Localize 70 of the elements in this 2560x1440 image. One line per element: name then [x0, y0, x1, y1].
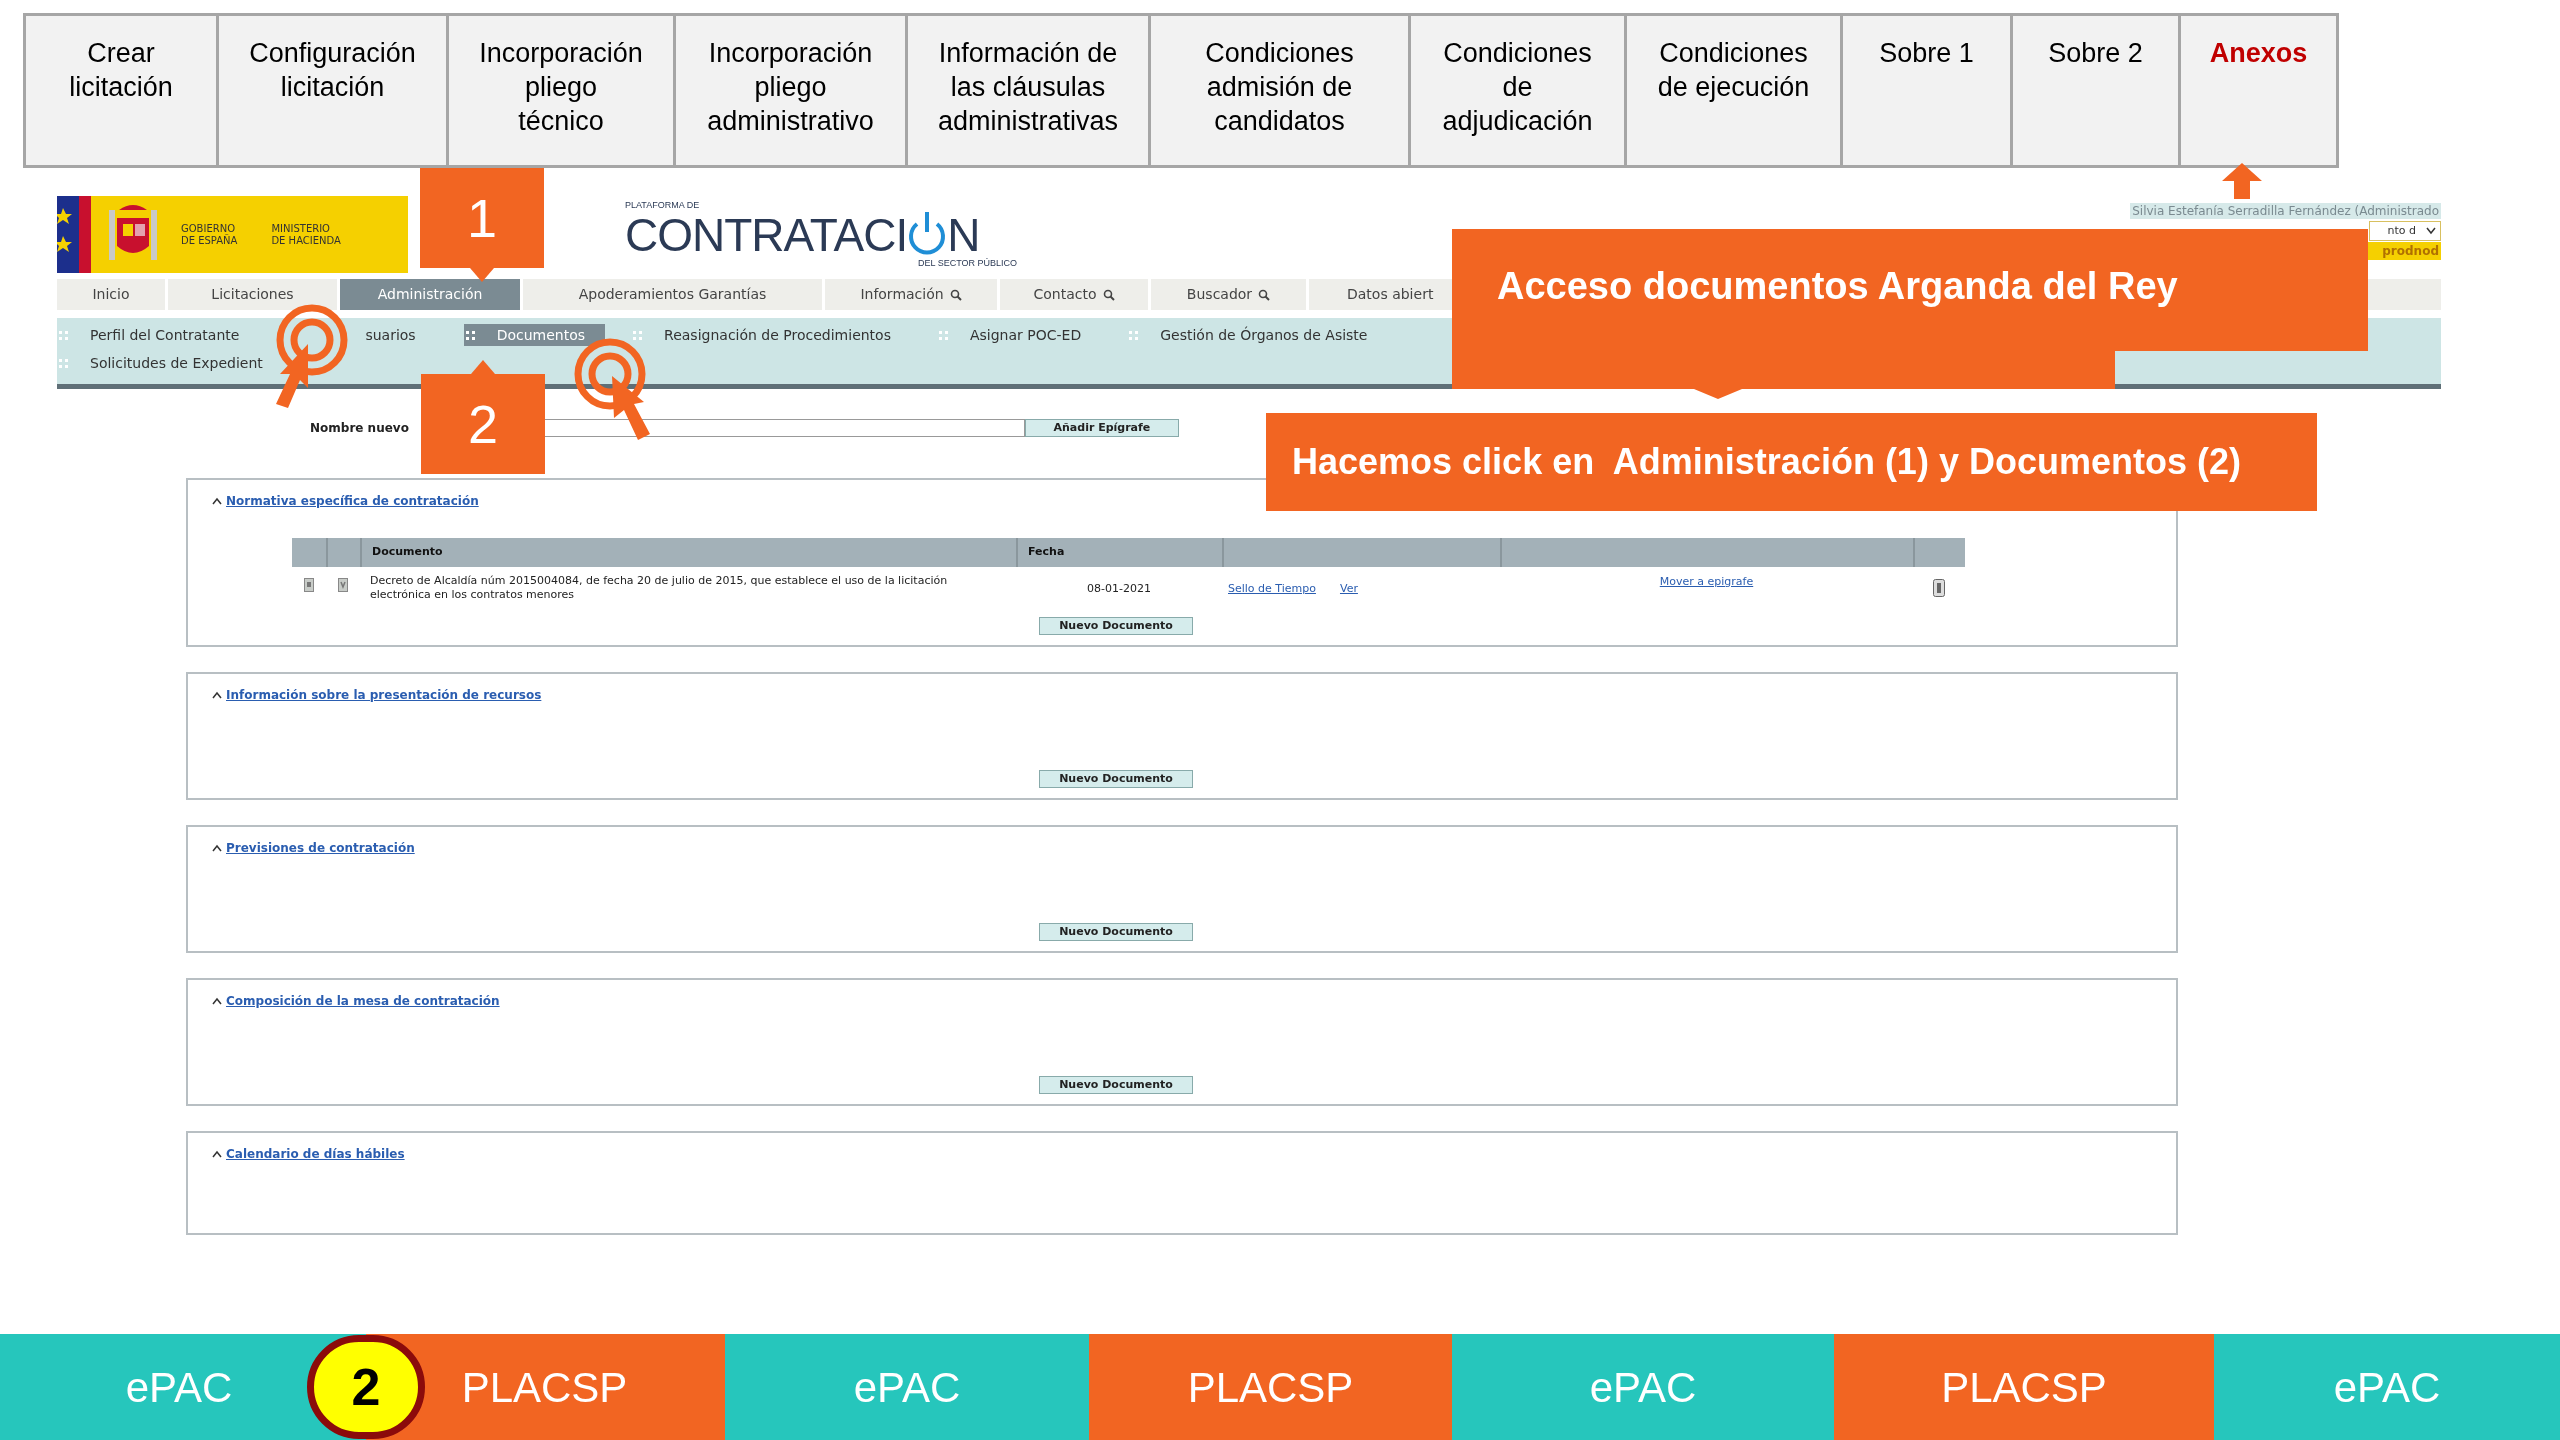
pointer-icon — [470, 268, 494, 282]
click-cursor-icon — [276, 304, 348, 408]
section-title-link[interactable]: Información sobre la presentación de recursos — [226, 686, 542, 704]
platform-name: CONTRATACI — [625, 212, 908, 258]
ministry-label: MINISTERIO DE HACIENDA — [271, 222, 341, 247]
process-tab[interactable]: Configuración licitación — [216, 16, 446, 165]
nav-item[interactable]: Administración — [337, 279, 520, 310]
process-tab[interactable]: Incorporación pliego administrativo — [673, 16, 905, 165]
process-tab[interactable]: Incorporación pliego técnico — [446, 16, 673, 165]
grip-icon — [465, 330, 475, 340]
process-tab[interactable]: Información de las cláusulas administrativas — [905, 16, 1148, 165]
grip-icon — [59, 358, 68, 368]
process-tab[interactable]: Sobre 2 — [2010, 16, 2178, 165]
document-name: Decreto de Alcaldía núm 2015004084, de fecha 20 de julio de 2015, que establece el uso de la licitación electrónica en los contratos menores — [369, 574, 949, 602]
government-label: GOBIERNO DE ESPAÑA — [181, 222, 238, 247]
subnav-item[interactable]: Documentos — [463, 324, 606, 346]
step-badge: 2 — [307, 1335, 425, 1439]
subnav-item[interactable]: Perfil del Contratante — [59, 324, 260, 346]
process-tab[interactable]: Anexos — [2178, 16, 2336, 165]
nav-item[interactable]: Contacto — [997, 279, 1148, 310]
new-document-button[interactable]: Nuevo Documento — [1039, 923, 1193, 941]
move-link[interactable]: Mover a epigrafe — [1659, 575, 1754, 588]
nav-item[interactable]: Información — [822, 279, 997, 310]
new-document-button[interactable]: Nuevo Documento — [1039, 770, 1193, 788]
process-tab[interactable]: Condiciones admisión de candidatos — [1148, 16, 1408, 165]
nav-item[interactable]: Buscador — [1148, 279, 1306, 310]
section-title-link[interactable]: Composición de la mesa de contratación — [226, 992, 500, 1010]
document-date: 08-01-2021 — [1086, 581, 1152, 597]
section-title-link[interactable]: Calendario de días hábiles — [226, 1145, 405, 1163]
chevron-down-icon — [2426, 227, 2436, 235]
pointer-icon — [471, 360, 495, 374]
number-marker: 2 — [421, 374, 545, 474]
grip-icon — [633, 330, 643, 340]
trash-icon — [1933, 579, 1945, 597]
new-document-button[interactable]: Nuevo Documento — [1039, 1076, 1193, 1094]
user-name: Silvia Estefanía Serradilla Fernández (Administrado — [2130, 203, 2441, 219]
section-title-link[interactable]: Normativa específica de contratación — [226, 492, 479, 510]
process-tab[interactable]: Condiciones de adjudicación — [1408, 16, 1624, 165]
document-link[interactable]: Ver — [1339, 581, 1358, 598]
subnav-item[interactable]: Gestión de Órganos de Asiste — [1129, 324, 1388, 346]
document-link[interactable]: Sello de Tiempo — [1228, 581, 1316, 598]
nav-item[interactable]: Inicio — [57, 279, 165, 310]
grip-icon — [938, 330, 948, 340]
nav-item[interactable]: Apoderamientos Garantías — [520, 279, 822, 310]
process-tab[interactable]: Sobre 1 — [1840, 16, 2010, 165]
subnav-item[interactable]: Solicitudes de Expedient — [59, 352, 283, 374]
document-icon — [304, 578, 314, 592]
number-marker: 1 — [420, 168, 544, 268]
new-document-button[interactable]: Nuevo Documento — [1039, 617, 1193, 635]
callout: Hacemos click en Administración (1) y Documentos (2) — [1266, 413, 2317, 511]
callout-text: Acceso documentos Arganda del Rey — [1497, 264, 2178, 309]
platform-name: N — [947, 212, 981, 258]
click-cursor-icon — [574, 338, 650, 440]
subnav-item[interactable]: suarios — [365, 324, 436, 346]
platform-suffix: DEL SECTOR PÚBLICO — [917, 258, 1017, 268]
section-title-link[interactable]: Previsiones de contratación — [226, 839, 415, 857]
subnav-item[interactable]: Reasignación de Procedimientos — [633, 324, 911, 346]
selector-dropdown[interactable]: nto d — [2369, 221, 2441, 241]
column-header: Documento — [360, 538, 1016, 567]
grip-icon — [1129, 330, 1139, 340]
download-icon — [338, 578, 348, 592]
field-label: Nombre nuevo — [310, 420, 409, 437]
add-heading-button[interactable]: Añadir Epígrafe — [1024, 419, 1179, 437]
grip-icon — [59, 330, 68, 340]
subnav-item[interactable]: Asignar POC-ED — [938, 324, 1102, 346]
process-tab[interactable]: Condiciones de ejecución — [1624, 16, 1840, 165]
column-header: Fecha — [1016, 538, 1222, 567]
process-tab[interactable]: Crear licitación — [26, 16, 216, 165]
arrow-up-icon — [2222, 163, 2262, 199]
platform-prefix: PLATAFORMA DE — [625, 200, 701, 210]
